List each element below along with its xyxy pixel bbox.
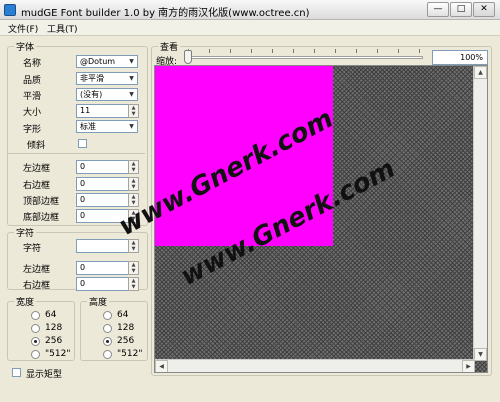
chevron-down-icon: ▼ [129,123,134,130]
height-option-64: 64 [117,310,129,320]
name-label: 名称 [23,59,42,69]
smooth-select[interactable]: (没有) ▼ [76,88,138,101]
width-radio-512[interactable] [31,350,40,359]
height-group-title: 高度 [87,295,110,308]
slider-tick [230,49,231,53]
show-rect-label: 显示矩型 [26,370,63,380]
italic-label: 倾斜 [27,141,46,151]
width-radio-128[interactable] [31,324,40,333]
style-label: 字形 [23,125,42,135]
left-margin-label: 左边框 [23,164,51,174]
view-group-title: 查看 [158,40,181,53]
slider-tick [335,49,336,53]
style-select[interactable]: 标准 ▼ [76,120,138,133]
app-icon [4,4,16,16]
slider-tick [419,49,420,53]
height-radio-512[interactable] [103,350,112,359]
bottom-margin-label: 底部边框 [23,213,60,223]
chevron-down-icon: ▼ [129,91,134,98]
chevron-down-icon: ▼ [129,75,134,82]
zoom-value: 100% [432,50,488,65]
scroll-right-icon[interactable]: ▶ [462,360,475,372]
zoom-slider-thumb[interactable] [184,50,192,64]
close-button[interactable]: ✕ [473,2,495,17]
vertical-scrollbar[interactable]: ▲ ▼ [473,66,487,361]
slider-tick [293,49,294,53]
italic-checkbox[interactable] [78,139,87,148]
width-option-512: "512" [45,349,71,359]
width-radio-256[interactable] [31,337,40,346]
divider [8,153,145,154]
scroll-left-icon[interactable]: ◀ [155,360,168,372]
width-option-64: 64 [45,310,57,320]
left-margin-spinner[interactable]: ▲ ▼ [128,160,139,174]
height-radio-256[interactable] [103,337,112,346]
maximize-button[interactable]: □ [450,2,472,17]
menu-tools[interactable]: 工具(T) [47,22,78,35]
font-group-title: 字体 [14,40,37,53]
top-margin-label: 顶部边框 [23,197,60,207]
quality-select[interactable]: 非平滑 ▼ [76,72,138,85]
char-right-margin-input[interactable]: 0 [76,277,130,291]
char-left-margin-input[interactable]: 0 [76,261,130,275]
scroll-up-icon[interactable]: ▲ [474,66,487,79]
slider-tick [377,49,378,53]
height-option-128: 128 [117,323,135,333]
slider-tick [398,49,399,53]
height-radio-128[interactable] [103,324,112,333]
top-margin-input[interactable]: 0 [76,193,130,207]
char-left-margin-label: 左边框 [23,265,51,275]
smooth-label: 平滑 [23,92,42,102]
char-label: 字符 [23,244,42,254]
menu-file[interactable]: 文件(F) [8,22,38,35]
zoom-slider-track[interactable] [185,56,423,59]
height-option-512: "512" [117,349,143,359]
right-margin-input[interactable]: 0 [76,177,130,191]
size-spinner[interactable]: ▲ ▼ [128,104,139,118]
height-option-256: 256 [117,336,135,346]
slider-tick [272,49,273,53]
size-input[interactable]: 11 [76,104,130,118]
scroll-down-icon[interactable]: ▼ [474,348,487,361]
width-option-256: 256 [45,336,63,346]
char-right-margin-label: 右边框 [23,281,51,291]
show-rect-checkbox[interactable] [12,368,21,377]
height-radio-64[interactable] [103,311,112,320]
right-margin-spinner[interactable]: ▲ ▼ [128,177,139,191]
right-margin-label: 右边框 [23,181,51,191]
title-bar: mudGE Font builder 1.0 by 南方的雨汉化版(www.oc… [0,0,500,20]
width-group-title: 宽度 [14,295,37,308]
char-input[interactable] [76,239,130,253]
chevron-down-icon: ▼ [129,58,134,65]
slider-tick [314,49,315,53]
width-option-128: 128 [45,323,63,333]
slider-tick [209,49,210,53]
quality-label: 品质 [23,76,42,86]
char-left-margin-spinner[interactable]: ▲ ▼ [128,261,139,275]
menu-bar: 文件(F) 工具(T) [0,20,500,36]
left-margin-input[interactable]: 0 [76,160,130,174]
slider-tick [251,49,252,53]
minimize-button[interactable]: — [427,2,449,17]
font-name-select[interactable]: @Dotum ▼ [76,55,138,68]
size-label: 大小 [23,108,42,118]
char-group-title: 字符 [14,226,37,239]
width-radio-64[interactable] [31,311,40,320]
slider-tick [356,49,357,53]
horizontal-scrollbar[interactable]: ◀ ▶ [155,359,475,372]
window-title: mudGE Font builder 1.0 by 南方的雨汉化版(www.oc… [21,8,310,19]
char-right-margin-spinner[interactable]: ▲ ▼ [128,277,139,291]
